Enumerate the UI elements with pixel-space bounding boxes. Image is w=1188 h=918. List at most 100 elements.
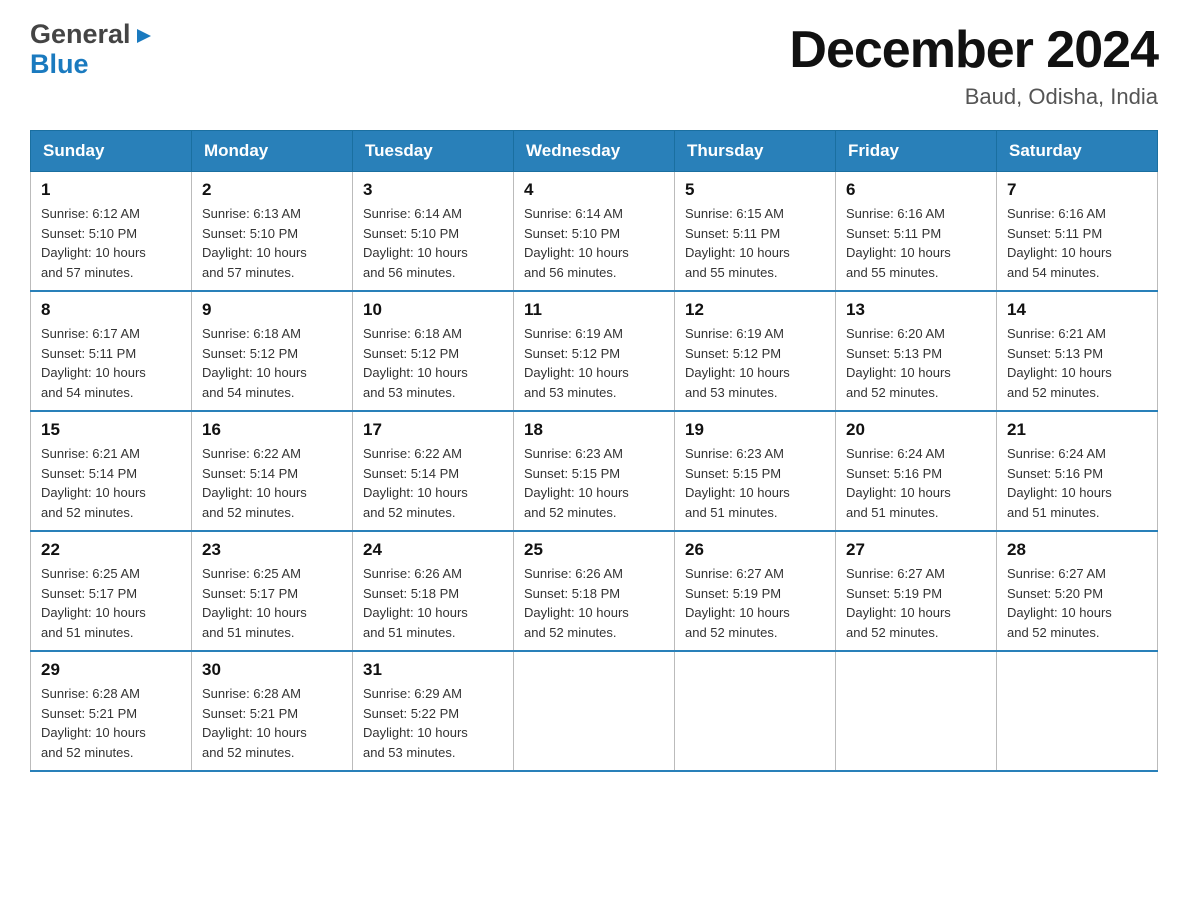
calendar-cell: 14 Sunrise: 6:21 AMSunset: 5:13 PMDaylig… <box>997 291 1158 411</box>
day-info: Sunrise: 6:13 AMSunset: 5:10 PMDaylight:… <box>202 206 307 280</box>
day-info: Sunrise: 6:25 AMSunset: 5:17 PMDaylight:… <box>202 566 307 640</box>
calendar-table: SundayMondayTuesdayWednesdayThursdayFrid… <box>30 130 1158 772</box>
day-number: 2 <box>202 180 342 200</box>
day-info: Sunrise: 6:25 AMSunset: 5:17 PMDaylight:… <box>41 566 146 640</box>
day-number: 28 <box>1007 540 1147 560</box>
day-number: 21 <box>1007 420 1147 440</box>
calendar-cell: 20 Sunrise: 6:24 AMSunset: 5:16 PMDaylig… <box>836 411 997 531</box>
day-info: Sunrise: 6:23 AMSunset: 5:15 PMDaylight:… <box>524 446 629 520</box>
calendar-cell <box>836 651 997 771</box>
page-title: December 2024 <box>789 20 1158 80</box>
logo-arrow-icon <box>133 25 155 47</box>
calendar-cell: 19 Sunrise: 6:23 AMSunset: 5:15 PMDaylig… <box>675 411 836 531</box>
day-number: 7 <box>1007 180 1147 200</box>
logo: General Blue <box>30 20 155 79</box>
day-number: 29 <box>41 660 181 680</box>
day-number: 30 <box>202 660 342 680</box>
day-number: 6 <box>846 180 986 200</box>
day-number: 31 <box>363 660 503 680</box>
day-info: Sunrise: 6:27 AMSunset: 5:19 PMDaylight:… <box>685 566 790 640</box>
day-number: 14 <box>1007 300 1147 320</box>
column-header-saturday: Saturday <box>997 131 1158 172</box>
page-header: General Blue December 2024 Baud, Odisha,… <box>30 20 1158 110</box>
day-info: Sunrise: 6:28 AMSunset: 5:21 PMDaylight:… <box>41 686 146 760</box>
calendar-cell: 13 Sunrise: 6:20 AMSunset: 5:13 PMDaylig… <box>836 291 997 411</box>
day-info: Sunrise: 6:22 AMSunset: 5:14 PMDaylight:… <box>363 446 468 520</box>
day-info: Sunrise: 6:22 AMSunset: 5:14 PMDaylight:… <box>202 446 307 520</box>
calendar-cell: 21 Sunrise: 6:24 AMSunset: 5:16 PMDaylig… <box>997 411 1158 531</box>
calendar-week-row: 29 Sunrise: 6:28 AMSunset: 5:21 PMDaylig… <box>31 651 1158 771</box>
day-info: Sunrise: 6:27 AMSunset: 5:20 PMDaylight:… <box>1007 566 1112 640</box>
calendar-cell: 6 Sunrise: 6:16 AMSunset: 5:11 PMDayligh… <box>836 172 997 292</box>
calendar-week-row: 1 Sunrise: 6:12 AMSunset: 5:10 PMDayligh… <box>31 172 1158 292</box>
calendar-cell: 26 Sunrise: 6:27 AMSunset: 5:19 PMDaylig… <box>675 531 836 651</box>
day-info: Sunrise: 6:29 AMSunset: 5:22 PMDaylight:… <box>363 686 468 760</box>
day-info: Sunrise: 6:18 AMSunset: 5:12 PMDaylight:… <box>202 326 307 400</box>
day-info: Sunrise: 6:19 AMSunset: 5:12 PMDaylight:… <box>685 326 790 400</box>
day-number: 4 <box>524 180 664 200</box>
day-number: 27 <box>846 540 986 560</box>
calendar-cell: 3 Sunrise: 6:14 AMSunset: 5:10 PMDayligh… <box>353 172 514 292</box>
calendar-cell: 16 Sunrise: 6:22 AMSunset: 5:14 PMDaylig… <box>192 411 353 531</box>
calendar-cell: 22 Sunrise: 6:25 AMSunset: 5:17 PMDaylig… <box>31 531 192 651</box>
day-info: Sunrise: 6:26 AMSunset: 5:18 PMDaylight:… <box>524 566 629 640</box>
day-number: 1 <box>41 180 181 200</box>
calendar-cell: 5 Sunrise: 6:15 AMSunset: 5:11 PMDayligh… <box>675 172 836 292</box>
calendar-cell: 29 Sunrise: 6:28 AMSunset: 5:21 PMDaylig… <box>31 651 192 771</box>
day-number: 11 <box>524 300 664 320</box>
day-info: Sunrise: 6:21 AMSunset: 5:14 PMDaylight:… <box>41 446 146 520</box>
calendar-cell: 1 Sunrise: 6:12 AMSunset: 5:10 PMDayligh… <box>31 172 192 292</box>
day-number: 24 <box>363 540 503 560</box>
column-header-sunday: Sunday <box>31 131 192 172</box>
column-header-wednesday: Wednesday <box>514 131 675 172</box>
column-header-tuesday: Tuesday <box>353 131 514 172</box>
calendar-week-row: 22 Sunrise: 6:25 AMSunset: 5:17 PMDaylig… <box>31 531 1158 651</box>
day-number: 13 <box>846 300 986 320</box>
calendar-cell: 28 Sunrise: 6:27 AMSunset: 5:20 PMDaylig… <box>997 531 1158 651</box>
calendar-cell <box>675 651 836 771</box>
day-info: Sunrise: 6:23 AMSunset: 5:15 PMDaylight:… <box>685 446 790 520</box>
calendar-cell: 15 Sunrise: 6:21 AMSunset: 5:14 PMDaylig… <box>31 411 192 531</box>
day-info: Sunrise: 6:12 AMSunset: 5:10 PMDaylight:… <box>41 206 146 280</box>
day-info: Sunrise: 6:26 AMSunset: 5:18 PMDaylight:… <box>363 566 468 640</box>
day-number: 9 <box>202 300 342 320</box>
column-header-thursday: Thursday <box>675 131 836 172</box>
day-info: Sunrise: 6:24 AMSunset: 5:16 PMDaylight:… <box>1007 446 1112 520</box>
calendar-cell: 17 Sunrise: 6:22 AMSunset: 5:14 PMDaylig… <box>353 411 514 531</box>
day-number: 16 <box>202 420 342 440</box>
day-info: Sunrise: 6:27 AMSunset: 5:19 PMDaylight:… <box>846 566 951 640</box>
calendar-week-row: 8 Sunrise: 6:17 AMSunset: 5:11 PMDayligh… <box>31 291 1158 411</box>
day-number: 20 <box>846 420 986 440</box>
calendar-cell: 10 Sunrise: 6:18 AMSunset: 5:12 PMDaylig… <box>353 291 514 411</box>
calendar-week-row: 15 Sunrise: 6:21 AMSunset: 5:14 PMDaylig… <box>31 411 1158 531</box>
day-info: Sunrise: 6:18 AMSunset: 5:12 PMDaylight:… <box>363 326 468 400</box>
day-number: 26 <box>685 540 825 560</box>
calendar-cell <box>997 651 1158 771</box>
logo-blue-text: Blue <box>30 49 89 79</box>
day-info: Sunrise: 6:16 AMSunset: 5:11 PMDaylight:… <box>846 206 951 280</box>
day-info: Sunrise: 6:14 AMSunset: 5:10 PMDaylight:… <box>524 206 629 280</box>
day-number: 22 <box>41 540 181 560</box>
day-info: Sunrise: 6:24 AMSunset: 5:16 PMDaylight:… <box>846 446 951 520</box>
day-number: 18 <box>524 420 664 440</box>
page-subtitle: Baud, Odisha, India <box>789 84 1158 110</box>
day-number: 25 <box>524 540 664 560</box>
calendar-cell: 18 Sunrise: 6:23 AMSunset: 5:15 PMDaylig… <box>514 411 675 531</box>
calendar-cell: 4 Sunrise: 6:14 AMSunset: 5:10 PMDayligh… <box>514 172 675 292</box>
day-number: 8 <box>41 300 181 320</box>
calendar-cell: 12 Sunrise: 6:19 AMSunset: 5:12 PMDaylig… <box>675 291 836 411</box>
day-number: 19 <box>685 420 825 440</box>
calendar-cell: 9 Sunrise: 6:18 AMSunset: 5:12 PMDayligh… <box>192 291 353 411</box>
title-block: December 2024 Baud, Odisha, India <box>789 20 1158 110</box>
column-header-friday: Friday <box>836 131 997 172</box>
day-info: Sunrise: 6:16 AMSunset: 5:11 PMDaylight:… <box>1007 206 1112 280</box>
calendar-cell: 25 Sunrise: 6:26 AMSunset: 5:18 PMDaylig… <box>514 531 675 651</box>
day-number: 5 <box>685 180 825 200</box>
calendar-cell: 11 Sunrise: 6:19 AMSunset: 5:12 PMDaylig… <box>514 291 675 411</box>
day-number: 23 <box>202 540 342 560</box>
calendar-cell: 8 Sunrise: 6:17 AMSunset: 5:11 PMDayligh… <box>31 291 192 411</box>
calendar-cell: 27 Sunrise: 6:27 AMSunset: 5:19 PMDaylig… <box>836 531 997 651</box>
calendar-cell: 7 Sunrise: 6:16 AMSunset: 5:11 PMDayligh… <box>997 172 1158 292</box>
day-number: 3 <box>363 180 503 200</box>
day-info: Sunrise: 6:17 AMSunset: 5:11 PMDaylight:… <box>41 326 146 400</box>
